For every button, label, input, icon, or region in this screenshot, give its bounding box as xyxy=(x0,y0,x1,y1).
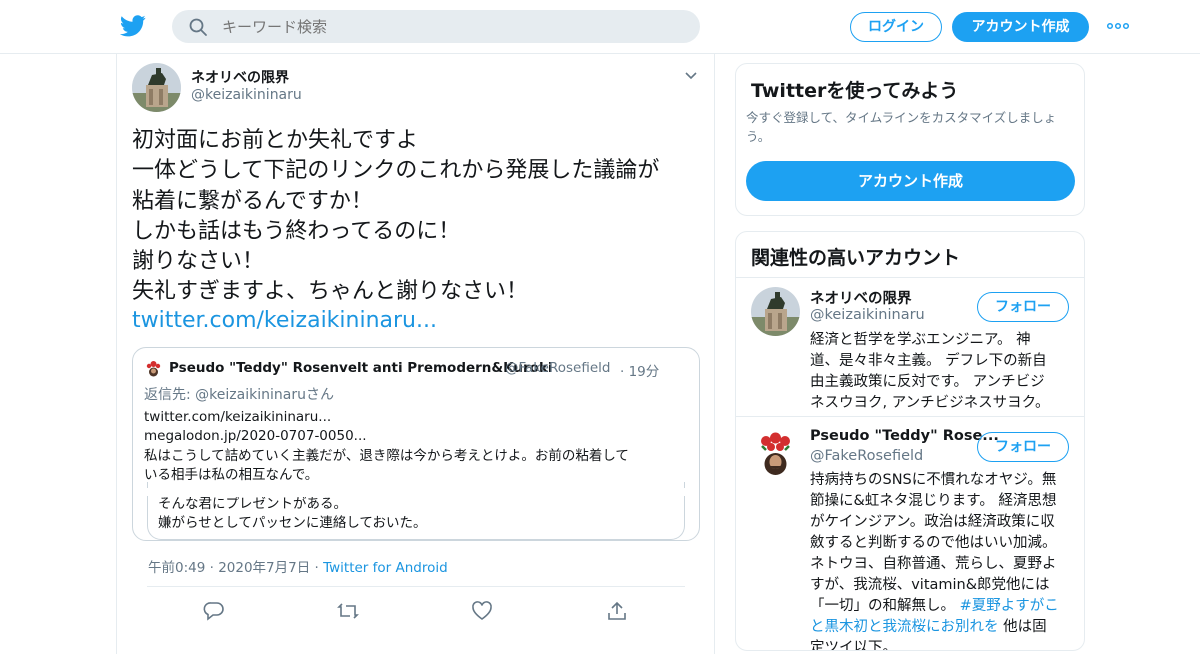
account-handle[interactable]: @keizaikininaru xyxy=(810,307,925,323)
tweet-text: 初対面にお前とか失礼ですよ 一体どうして下記のリンクのこれから発展した議論が 粘… xyxy=(132,126,707,308)
nested-quote-line: 嫌がらせとしてパッセンに連絡しておいた。 xyxy=(158,515,427,531)
signup-card-button[interactable]: アカウント作成 xyxy=(746,161,1075,201)
divider xyxy=(147,586,685,587)
tweet-line: 謝りなさい！ xyxy=(132,249,265,275)
top-bar: ログイン アカウント作成 xyxy=(0,0,1200,54)
quote-reply-context: 返信先: @keizaikininaruさん xyxy=(144,384,334,404)
share-icon[interactable] xyxy=(606,600,628,622)
divider xyxy=(147,496,148,506)
like-icon[interactable] xyxy=(471,600,493,622)
try-twitter-card: Twitterを使ってみよう 今すぐ登録して、タイムラインをカスタマイズしましょ… xyxy=(735,63,1085,216)
quote-avatar xyxy=(144,359,163,378)
tweet-date[interactable]: 午前0:49 · 2020年7月7日 · xyxy=(148,560,323,576)
avatar[interactable] xyxy=(751,287,800,336)
author-name[interactable]: ネオリベの限界 xyxy=(191,67,289,87)
bio-line: 定ツイ以下。 xyxy=(810,640,897,651)
account-bio: 経済と哲学を学ぶエンジニア。 神 道、是々非々主義。 デフレ下の新自 由主義政策… xyxy=(810,330,1072,414)
tweet-line: 失礼すぎますよ、ちゃんと謝りなさい！ xyxy=(132,279,529,305)
quote-line: twitter.com/keizaikininaru... xyxy=(144,409,332,425)
account-name[interactable]: ネオリベの限界 xyxy=(810,287,912,308)
bio-line: 斂すると判断するので他はいい加減。 xyxy=(810,535,1057,551)
nested-quote-body: そんな君にプレゼントがある。 嫌がらせとしてパッセンに連絡しておいた。 xyxy=(158,495,427,533)
account-handle[interactable]: @FakeRosefield xyxy=(810,448,923,464)
quote-line: 私はこうして詰めていく主義だが、退き際は今から考えとけよ。お前の粘着して xyxy=(144,447,629,464)
search-input[interactable] xyxy=(222,10,682,43)
bio-line: 持病持ちのSNSに不慣れなオヤジ。無 xyxy=(810,472,1057,488)
chevron-down-icon[interactable] xyxy=(683,68,699,84)
follow-button[interactable]: フォロー xyxy=(977,432,1069,462)
bio-line: 由主義政策に反対です。 アンチビジ xyxy=(810,374,1045,390)
more-options-icon[interactable] xyxy=(1106,16,1130,36)
tweet-line: 一体どうして下記のリンクのこれから発展した議論が xyxy=(132,158,660,184)
divider xyxy=(147,488,685,497)
nested-quote-line: そんな君にプレゼントがある。 xyxy=(158,496,347,512)
quote-author-name: Pseudo "Teddy" Rosenvelt anti Premodern&… xyxy=(169,360,553,376)
signup-button[interactable]: アカウント作成 xyxy=(952,12,1089,42)
tweet-link[interactable]: twitter.com/keizaikininaru... xyxy=(132,308,437,333)
login-button[interactable]: ログイン xyxy=(850,12,942,42)
twitter-bird-icon[interactable] xyxy=(120,14,146,38)
statue-avatar-image xyxy=(132,63,181,112)
hashtag-link[interactable]: #夏野よすがこ xyxy=(960,598,1059,614)
author-handle[interactable]: @keizaikininaru xyxy=(191,87,302,103)
flower-avatar-image xyxy=(751,428,800,477)
reply-mention[interactable]: @keizaikininaruさん xyxy=(195,387,334,403)
retweet-icon[interactable] xyxy=(337,600,359,622)
quote-line: megalodon.jp/2020-0707-0050... xyxy=(144,428,367,445)
tweet-meta: 午前0:49 · 2020年7月7日 · Twitter for Android xyxy=(148,556,448,576)
card-title: 関連性の高いアカウント xyxy=(751,247,961,269)
quote-body: twitter.com/keizaikininaru... megalodon.… xyxy=(144,408,692,485)
bio-line: 節操に&虹ネタ混じります。 経済思想 xyxy=(810,493,1057,509)
avatar[interactable] xyxy=(132,63,181,112)
card-subtitle: 今すぐ登録して、タイムラインをカスタマイズしましょう。 xyxy=(746,110,1057,144)
account-name[interactable]: Pseudo "Teddy" Rose... xyxy=(810,428,999,444)
related-accounts-card: 関連性の高いアカウント ネオリベの限界 @keizaikininaru フォロー… xyxy=(735,231,1085,651)
quote-timestamp: · 19分 xyxy=(620,364,660,380)
tweet-line: 初対面にお前とか失礼ですよ xyxy=(132,128,419,153)
bio-line: 道、是々非々主義。 デフレ下の新自 xyxy=(810,353,1047,369)
flower-avatar-image xyxy=(144,359,163,378)
account-bio: 持病持ちのSNSに不慣れなオヤジ。無 節操に&虹ネタ混じります。 経済思想 がケ… xyxy=(810,470,1072,651)
bio-line: がケインジアン。政治は経済政策に収 xyxy=(810,514,1055,530)
avatar[interactable] xyxy=(751,428,800,477)
bio-line: ネスウヨク, アンチビジネスサヨク。 xyxy=(810,395,1050,411)
divider xyxy=(684,496,685,506)
reply-icon[interactable] xyxy=(203,600,225,622)
quote-author-handle: @FakeRosefield xyxy=(505,360,611,376)
follow-button[interactable]: フォロー xyxy=(977,292,1069,322)
bio-line: 経済と哲学を学ぶエンジニア。 神 xyxy=(810,332,1031,348)
bio-text: 他は固 xyxy=(998,619,1047,635)
divider xyxy=(736,277,1084,278)
bio-line: ネトウヨ、自称普通、荒らし、夏野よ xyxy=(810,556,1057,572)
statue-avatar-image xyxy=(751,287,800,336)
bio-line: 「一切」の和解無し。 #夏野よすがこ xyxy=(810,596,1072,617)
search-icon xyxy=(189,18,207,36)
tweet-source[interactable]: Twitter for Android xyxy=(323,560,448,576)
bio-text: 「一切」の和解無し。 xyxy=(810,598,960,614)
bio-line: すが、我流桜、vitamin&郎党他には xyxy=(810,577,1050,593)
divider xyxy=(736,416,1084,417)
bio-line: と黒木初と我流桜にお別れを 他は固 xyxy=(810,617,1072,638)
card-title: Twitterを使ってみよう xyxy=(751,80,959,102)
tweet-line: 粘着に繋がるんですか！ xyxy=(132,188,373,214)
search-bar[interactable] xyxy=(172,10,700,43)
tweet-line: しかも話はもう終わってるのに！ xyxy=(132,218,461,244)
reply-prefix: 返信先: xyxy=(144,387,196,403)
hashtag-link[interactable]: と黒木初と我流桜にお別れを xyxy=(810,619,999,635)
